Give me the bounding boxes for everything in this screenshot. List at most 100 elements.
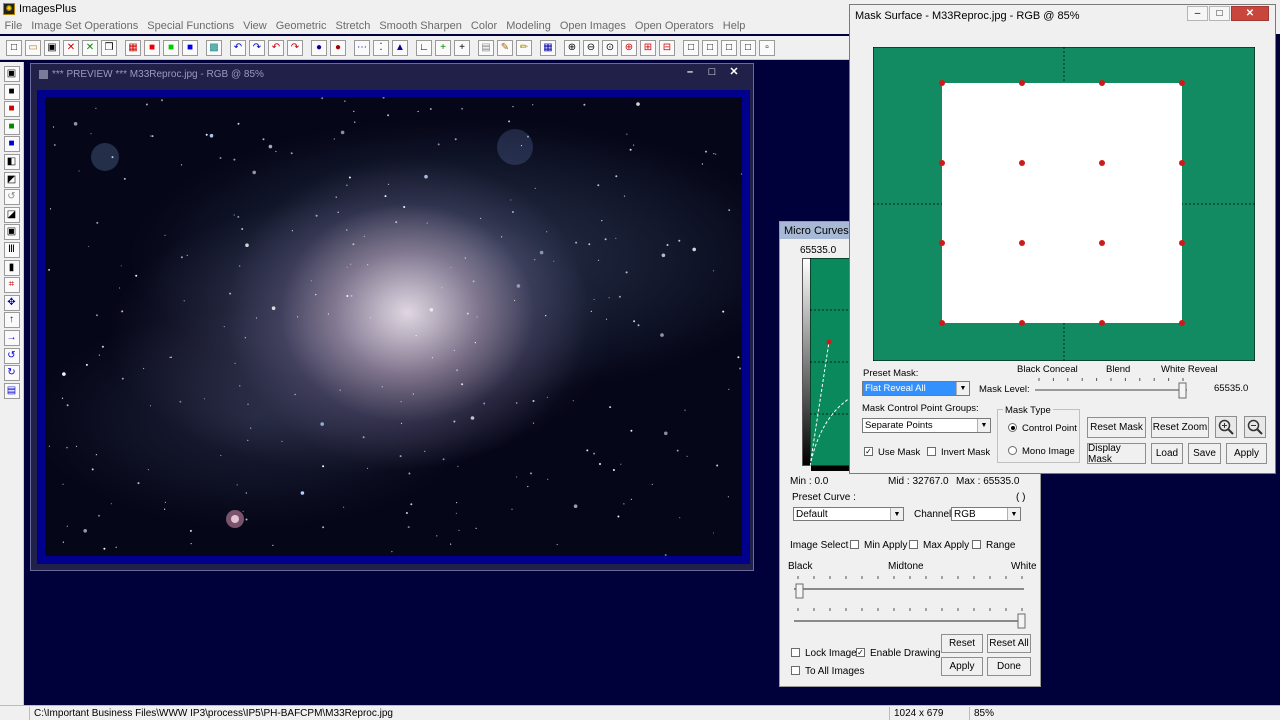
close-green-icon[interactable]: ✕ (82, 39, 98, 56)
lock-image-checkbox[interactable] (791, 648, 800, 657)
save-button[interactable]: Save (1188, 443, 1221, 464)
menu-modeling[interactable]: Modeling (502, 20, 556, 32)
range-checkbox[interactable] (972, 540, 981, 549)
record-icon[interactable]: ● (311, 39, 327, 56)
maximize-button[interactable]: □ (1209, 6, 1230, 21)
menu-color[interactable]: Color (466, 20, 501, 32)
enable-drawing-checkbox[interactable]: ✓ (856, 648, 865, 657)
galaxy-image[interactable] (45, 97, 742, 556)
arrow-up-icon[interactable]: ↑ (3, 312, 20, 329)
menu-geometric[interactable]: Geometric (271, 20, 331, 32)
redo-icon[interactable]: ↷ (249, 39, 265, 56)
square-5-icon[interactable]: ▫ (759, 39, 775, 56)
black-rect-icon[interactable]: ▮ (3, 259, 20, 276)
reset-mask-button[interactable]: Reset Mask (1087, 417, 1146, 438)
done-button[interactable]: Done (987, 657, 1031, 676)
rotate-right-icon[interactable]: ↻ (3, 365, 20, 382)
menu-image-set-operations[interactable]: Image Set Operations (27, 20, 143, 32)
zoom-out-icon[interactable]: ⊖ (583, 39, 599, 56)
undo-icon[interactable]: ↶ (230, 39, 246, 56)
level-sliders[interactable] (794, 574, 1028, 634)
new-file-icon[interactable]: □ (6, 39, 22, 56)
menu-stretch[interactable]: Stretch (331, 20, 375, 32)
square-4-icon[interactable]: □ (740, 39, 756, 56)
close-button[interactable]: ✕ (723, 64, 745, 79)
menu-smooth-sharpen[interactable]: Smooth Sharpen (375, 20, 467, 32)
red-black-icon[interactable]: ■ (3, 101, 20, 118)
curve-plot[interactable] (810, 258, 850, 466)
stop-record-icon[interactable]: ● (330, 39, 346, 56)
red-square-icon[interactable]: ■ (144, 39, 160, 56)
zoom-in-icon[interactable]: ⊕ (564, 39, 580, 56)
arrow-right-icon[interactable]: → (3, 329, 20, 346)
table-icon[interactable]: ▤ (478, 39, 494, 56)
frame-icon[interactable]: ▣ (3, 224, 20, 241)
mask-surface-canvas[interactable] (873, 47, 1255, 361)
close-red-icon[interactable]: ✕ (63, 39, 79, 56)
close-button[interactable]: ✕ (1231, 6, 1269, 21)
paint-icon[interactable]: ✎ (497, 39, 513, 56)
blue-black-icon[interactable]: ■ (3, 136, 20, 153)
control-point-groups-select[interactable]: Separate Points ▼ (862, 418, 991, 433)
mask-level-slider[interactable] (1035, 375, 1190, 401)
preview-window-titlebar[interactable]: *** PREVIEW *** M33Reproc.jpg - RGB @ 85… (31, 64, 753, 84)
split-icon[interactable]: ◧ (3, 153, 20, 170)
brush-icon[interactable]: ↺ (3, 189, 20, 206)
min-apply-checkbox[interactable] (850, 540, 859, 549)
xy-icon[interactable]: ⁚ (373, 39, 389, 56)
axes-icon[interactable]: ∟ (416, 39, 432, 56)
stack-icon[interactable]: ◩ (3, 171, 20, 188)
load-button[interactable]: Load (1151, 443, 1183, 464)
triangle-icon[interactable]: ▲ (392, 39, 408, 56)
zoom-minus-icon[interactable]: ⊟ (659, 39, 675, 56)
menu-file[interactable]: File (0, 20, 27, 32)
green-square-icon[interactable]: ■ (163, 39, 179, 56)
to-all-images-checkbox[interactable] (791, 666, 800, 675)
move-icon[interactable]: ✥ (3, 294, 20, 311)
copy-icon[interactable]: ❐ (101, 39, 117, 56)
invert-mask-checkbox[interactable] (927, 447, 936, 456)
undo-red-icon[interactable]: ↶ (268, 39, 284, 56)
menu-view[interactable]: View (239, 20, 272, 32)
matrix-icon[interactable]: ▦ (540, 39, 556, 56)
apply-button[interactable]: Apply (1226, 443, 1267, 464)
channel-select[interactable]: RGB ▼ (951, 507, 1021, 521)
black-square-icon[interactable]: ■ (3, 83, 20, 100)
green-black-icon[interactable]: ■ (3, 118, 20, 135)
dots-icon[interactable]: ⋯ (354, 39, 370, 56)
menu-help[interactable]: Help (718, 20, 750, 32)
rotate-left-icon[interactable]: ↺ (3, 347, 20, 364)
max-apply-checkbox[interactable] (909, 540, 918, 549)
open-folder-icon[interactable]: ▭ (25, 39, 41, 56)
zoom-red-icon[interactable]: ⊕ (621, 39, 637, 56)
zoom-out-button[interactable] (1244, 416, 1266, 438)
crosshair-icon[interactable]: + (454, 39, 470, 56)
save-icon[interactable]: ▣ (44, 39, 60, 56)
plus-green-icon[interactable]: + (435, 39, 451, 56)
rgb-icon[interactable]: ▦ (125, 39, 141, 56)
menu-open-images[interactable]: Open Images (555, 20, 630, 32)
levels-icon[interactable]: ◪ (3, 206, 20, 223)
mask-surface-dialog[interactable]: Mask Surface - M33Reproc.jpg - RGB @ 85%… (849, 4, 1276, 474)
zoom-plus-icon[interactable]: ⊞ (640, 39, 656, 56)
apply-button[interactable]: Apply (941, 657, 983, 676)
minimize-button[interactable]: – (1187, 6, 1208, 21)
blue-square-icon[interactable]: ■ (182, 39, 198, 56)
square-3-icon[interactable]: □ (721, 39, 737, 56)
info-icon[interactable]: ▤ (3, 382, 20, 399)
square-icon[interactable]: □ (683, 39, 699, 56)
preview-window[interactable]: *** PREVIEW *** M33Reproc.jpg - RGB @ 85… (30, 63, 754, 571)
grid-icon[interactable]: ▩ (206, 39, 222, 56)
save-icon[interactable]: ▣ (3, 66, 20, 82)
reset-zoom-button[interactable]: Reset Zoom (1151, 417, 1209, 438)
redo-red-icon[interactable]: ↷ (287, 39, 303, 56)
control-point-radio[interactable] (1008, 423, 1017, 432)
preset-mask-select[interactable]: Flat Reveal All ▼ (862, 381, 970, 396)
display-mask-button[interactable]: Display Mask (1087, 443, 1146, 465)
preset-curve-select[interactable]: Default ▼ (793, 507, 904, 521)
bars-icon[interactable]: Ⅲ (3, 241, 20, 258)
reset-all-button[interactable]: Reset All (987, 634, 1031, 653)
menu-special-functions[interactable]: Special Functions (143, 20, 239, 32)
zoom-in-button[interactable] (1215, 416, 1237, 438)
maximize-button[interactable]: □ (701, 64, 723, 79)
